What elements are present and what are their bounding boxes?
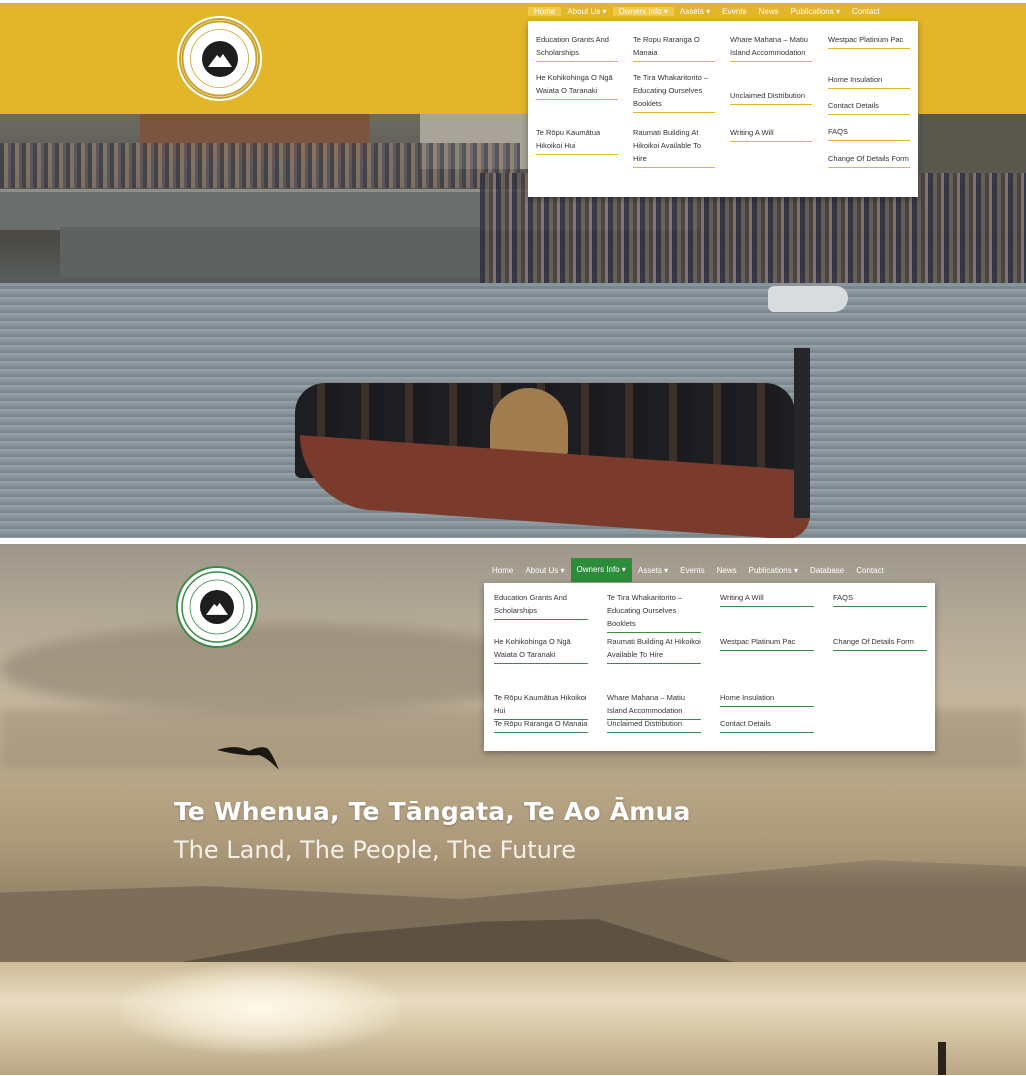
dropdown-item[interactable]: Te Ropu Raranga O Manaia [633,33,715,62]
dropdown-item[interactable]: Contact Details [828,99,910,115]
mountain-icon [201,40,238,77]
nav-home[interactable]: Home [528,6,562,16]
dropdown-item[interactable]: Whare Mahana – Matiu Island Accommodatio… [607,691,701,720]
dropdown-item[interactable]: Contact Details [720,717,814,733]
nav-assets[interactable]: Assets ▾ [632,566,674,575]
nav-contact[interactable]: Contact [850,566,890,575]
hero-title: Te Whenua, Te Tāngata, Te Ao Āmua [174,797,691,826]
dropdown-item[interactable]: Unclaimed Distribution [730,89,812,105]
hero-subtitle: The Land, The People, The Future [174,836,576,864]
dropdown-item[interactable]: FAQS [833,591,927,607]
waka-sternpost [794,348,810,518]
dropdown-item[interactable]: Te Rōpu Kaumātua Hikoikoi Hui [536,126,618,155]
dropdown-item[interactable]: Te Tira Whakaritorito – Educating Oursel… [633,71,715,113]
screenshot-top-panel: Home About Us ▾ Owners Info ▾ Assets ▾ E… [0,3,1026,538]
sun-glare [120,964,400,1054]
dropdown-item[interactable]: Te Rōpu Raranga O Manaia [494,717,588,733]
dropdown-item[interactable]: He Kohikohinga O Ngā Waiata O Taranaki [536,71,618,100]
screenshot-bottom-panel: Home About Us ▾ Owners Info ▾ Assets ▾ E… [0,544,1026,1075]
site-logo[interactable] [177,16,262,101]
background-boat [768,286,848,312]
dropdown-item[interactable]: Westpac Platinum Pac [720,635,814,651]
background-bridge-base [60,227,480,277]
nav-database[interactable]: Database [804,566,850,575]
nav-owners-info[interactable]: Owners Info ▾ [570,558,632,582]
nav-about-us[interactable]: About Us ▾ [519,566,570,575]
dropdown-item[interactable]: Education Grants And Scholarships [536,33,618,62]
nav-events[interactable]: Events [674,566,710,575]
dropdown-item[interactable]: Home Insulation [828,73,910,89]
dropdown-item[interactable]: FAQS [828,125,910,141]
background-crowd-left [0,143,520,188]
main-nav: Home About Us ▾ Owners Info ▾ Assets ▾ E… [528,3,886,19]
main-nav: Home About Us ▾ Owners Info ▾ Assets ▾ E… [486,558,890,582]
dropdown-item[interactable]: Writing A Will [730,126,812,142]
nav-news[interactable]: News [711,566,743,575]
nav-owners-info[interactable]: Owners Info ▾ [612,6,674,16]
nav-about-us[interactable]: About Us ▾ [561,7,612,16]
dropdown-item[interactable]: Raumati Building At Hikoikoi Available T… [633,126,715,168]
dropdown-item[interactable]: Te Rōpu Kaumātua Hikoikoi Hui [494,691,588,720]
nav-publications[interactable]: Publications ▾ [785,7,846,16]
site-logo[interactable] [176,566,258,648]
dropdown-item[interactable]: Westpac Platinum Pac [828,33,910,49]
nav-home[interactable]: Home [486,566,519,575]
dropdown-item[interactable]: Education Grants And Scholarships [494,591,588,620]
background-cloud [0,624,560,714]
dropdown-item[interactable]: Home Insulation [720,691,814,707]
mountain-icon [200,590,234,624]
owners-info-dropdown: Education Grants And Scholarships He Kohi… [528,21,918,197]
nav-assets[interactable]: Assets ▾ [674,7,716,16]
nav-publications[interactable]: Publications ▾ [743,566,804,575]
dropdown-item[interactable]: Te Tira Whakaritorito – Educating Oursel… [607,591,701,633]
dropdown-item[interactable]: Change Of Details Form [833,635,927,651]
dropdown-item[interactable]: Change Of Details Form [828,152,910,168]
dropdown-item[interactable]: He Kohikohinga O Ngā Waiata O Taranaki [494,635,588,664]
nav-contact[interactable]: Contact [846,7,886,16]
dropdown-item[interactable]: Raumati Building At Hikoikoi Available T… [607,635,701,664]
dropdown-item[interactable]: Unclaimed Distribution [607,717,701,733]
cloaked-figure [490,388,568,458]
dropdown-item[interactable]: Writing A Will [720,591,814,607]
standing-figure [938,1042,946,1075]
nav-events[interactable]: Events [716,7,752,16]
owners-info-dropdown: Education Grants And Scholarships He Kohi… [484,583,935,751]
bird-icon [217,747,279,770]
nav-news[interactable]: News [753,7,785,16]
dropdown-item[interactable]: Whare Mahana – Matiu Island Accommodatio… [730,33,812,62]
